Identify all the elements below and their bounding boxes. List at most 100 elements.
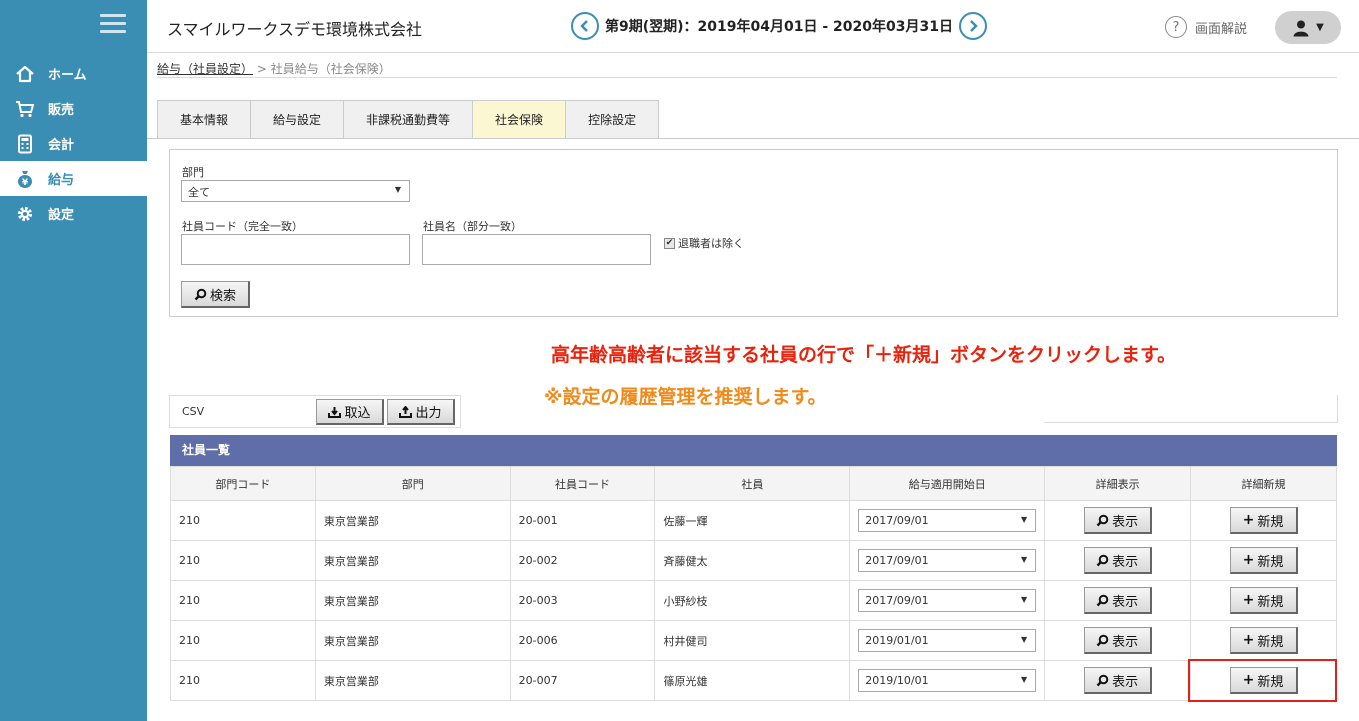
previous-period-button[interactable] — [571, 12, 599, 40]
sidebar-item-payroll[interactable]: ¥ 給与 — [0, 161, 147, 196]
employee-code-cell: 20-007 — [509, 660, 656, 701]
screen-help-link[interactable]: ? 画面解説 — [1165, 16, 1247, 38]
csv-toolbar: CSV 取込 出力 — [169, 395, 461, 428]
plus-icon: + — [1242, 592, 1255, 608]
tab-basic-info[interactable]: 基本情報 — [157, 100, 251, 139]
show-detail-button[interactable]: 表示 — [1083, 547, 1152, 574]
employee-code-cell: 20-002 — [509, 540, 656, 581]
detail-show-cell: 表示 — [1044, 620, 1192, 661]
search-button[interactable]: 検索 — [181, 281, 250, 308]
start-date-value: 2019/01/01 — [865, 634, 929, 647]
csv-import-label: 取込 — [344, 406, 371, 421]
tab-divider — [147, 138, 1359, 139]
dept-cell: 東京営業部 — [314, 620, 511, 661]
department-select[interactable]: 全て ▼ — [181, 180, 410, 202]
search-icon — [194, 288, 207, 300]
employee-name-cell: 村井健司 — [654, 620, 851, 661]
tab-commute-allowance[interactable]: 非課税通勤費等 — [343, 100, 473, 139]
caret-down-icon: ▼ — [1021, 635, 1028, 644]
show-detail-button[interactable]: 表示 — [1083, 507, 1152, 534]
question-icon: ? — [1165, 16, 1187, 38]
caret-down-icon: ▼ — [1316, 22, 1324, 33]
dept-code-cell: 210 — [170, 620, 316, 661]
search-icon — [1096, 514, 1109, 526]
employee-name-cell: 篠原光雄 — [654, 660, 851, 701]
start-date-value: 2017/09/01 — [865, 594, 929, 607]
search-icon — [1096, 634, 1109, 646]
export-icon — [399, 405, 413, 418]
start-date-select[interactable]: 2019/01/01 ▼ — [858, 629, 1037, 652]
department-label: 部門 — [182, 166, 204, 179]
detail-new-cell: + 新規 — [1190, 580, 1337, 621]
next-period-button[interactable] — [958, 12, 987, 40]
detail-new-cell: + 新規 — [1190, 620, 1337, 661]
caret-down-icon: ▼ — [394, 185, 401, 194]
employee-code-cell: 20-003 — [509, 580, 656, 621]
new-detail-label: 新規 — [1257, 514, 1284, 530]
table-header-row: 部門コード 部門 社員コード 社員 給与適用開始日 詳細表示 詳細新規 — [170, 466, 1337, 501]
sidebar-item-label: 給与 — [48, 173, 75, 188]
home-icon — [14, 64, 36, 84]
sidebar-item-sales[interactable]: 販売 — [0, 91, 147, 126]
dept-code-cell: 210 — [170, 500, 316, 541]
employee-name-cell: 佐藤一輝 — [654, 500, 851, 541]
sidebar-item-home[interactable]: ホーム — [0, 56, 147, 91]
exclude-retired-checkbox[interactable]: ✔ 退職者は除く — [664, 235, 744, 251]
chevron-right-icon — [970, 20, 978, 32]
employee-name-label: 社員名（部分一致） — [423, 220, 522, 233]
start-date-value: 2017/09/01 — [865, 514, 929, 527]
calculator-icon — [14, 134, 36, 154]
employee-code-input[interactable] — [181, 234, 410, 265]
new-detail-label: 新規 — [1257, 594, 1284, 610]
csv-export-label: 出力 — [415, 406, 442, 421]
detail-show-cell: 表示 — [1044, 500, 1192, 541]
new-detail-button[interactable]: + 新規 — [1229, 627, 1298, 654]
new-detail-label: 新規 — [1257, 554, 1284, 570]
tab-salary-settings[interactable]: 給与設定 — [250, 100, 344, 139]
tab-social-insurance[interactable]: 社会保険 — [472, 100, 566, 139]
start-date-cell: 2017/09/01 ▼ — [849, 540, 1046, 581]
new-detail-button[interactable]: + 新規 — [1229, 507, 1298, 534]
table-body: 210 東京営業部 20-001 佐藤一輝 2017/09/01 ▼ 表示 + 新規 210 東京営… — [170, 500, 1337, 701]
new-detail-button[interactable]: + 新規 — [1229, 587, 1298, 614]
employee-name-input[interactable] — [422, 234, 651, 265]
show-detail-button[interactable]: 表示 — [1083, 587, 1152, 614]
new-detail-button[interactable]: + 新規 — [1229, 547, 1298, 574]
start-date-cell: 2017/09/01 ▼ — [849, 500, 1046, 541]
help-label: 画面解説 — [1195, 21, 1248, 37]
search-icon — [1096, 594, 1109, 606]
start-date-select[interactable]: 2017/09/01 ▼ — [858, 509, 1037, 532]
start-date-select[interactable]: 2017/09/01 ▼ — [858, 589, 1037, 612]
import-icon — [328, 406, 342, 418]
show-detail-button[interactable]: 表示 — [1083, 667, 1152, 694]
show-detail-label: 表示 — [1112, 514, 1139, 530]
breadcrumb-parent-link[interactable]: 給与（社員設定） — [157, 62, 253, 76]
company-name: スマイルワークスデモ環境株式会社 — [167, 20, 423, 39]
dept-cell: 東京営業部 — [314, 660, 511, 701]
department-select-value: 全て — [188, 186, 210, 199]
tab-deduction-settings[interactable]: 控除設定 — [565, 100, 660, 139]
csv-import-button[interactable]: 取込 — [316, 399, 384, 425]
detail-new-cell: + 新規 — [1190, 500, 1337, 541]
user-menu-button[interactable]: ▼ — [1275, 11, 1341, 44]
breadcrumb: 給与（社員設定） > 社員給与（社会保険） — [157, 60, 1337, 78]
table-row: 210 東京営業部 20-006 村井健司 2019/01/01 ▼ 表示 + 新規 — [170, 620, 1337, 661]
column-header: 給与適用開始日 — [849, 466, 1046, 501]
dept-cell: 東京営業部 — [314, 580, 511, 621]
csv-export-button[interactable]: 出力 — [387, 399, 455, 425]
sidebar-item-accounting[interactable]: 会計 — [0, 126, 147, 161]
dept-code-cell: 210 — [170, 540, 316, 581]
period-selector: 第9期(翌期)：2019年04月01日 - 2020年03月31日 — [571, 12, 987, 40]
start-date-cell: 2019/01/01 ▼ — [849, 620, 1046, 661]
show-detail-button[interactable]: 表示 — [1083, 627, 1152, 654]
show-detail-label: 表示 — [1112, 674, 1139, 690]
start-date-select[interactable]: 2017/09/01 ▼ — [858, 549, 1037, 572]
start-date-select[interactable]: 2019/10/01 ▼ — [858, 669, 1037, 692]
search-button-label: 検索 — [209, 288, 236, 304]
caret-down-icon: ▼ — [1021, 555, 1028, 564]
menu-icon[interactable] — [100, 14, 126, 36]
sidebar-item-settings[interactable]: 設定 — [0, 196, 147, 231]
search-icon — [1096, 674, 1109, 686]
employee-code-cell: 20-006 — [509, 620, 656, 661]
start-date-cell: 2017/09/01 ▼ — [849, 580, 1046, 621]
